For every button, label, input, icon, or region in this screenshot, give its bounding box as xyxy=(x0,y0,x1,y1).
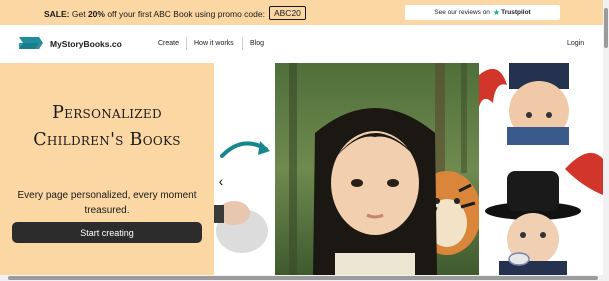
hero-subtitle: Every page personalized, every moment tr… xyxy=(17,190,197,216)
nav-link-blog[interactable]: Blog xyxy=(250,40,264,47)
carousel-slide-hand xyxy=(214,63,275,275)
promo-discount: 20% xyxy=(87,9,105,19)
book-logo-icon[interactable] xyxy=(19,36,43,50)
promo-code[interactable]: ABC20 xyxy=(268,6,306,20)
trustpilot-text: See our reviews on xyxy=(434,9,490,16)
nav-link-how-it-works[interactable]: How it works xyxy=(194,40,234,47)
trustpilot-brand: Trustpilot xyxy=(501,9,531,16)
vertical-scrollbar-thumb[interactable] xyxy=(604,8,608,48)
promo-text-before: Get xyxy=(69,9,88,19)
carousel-slide-girl-tiger xyxy=(275,63,479,275)
promo-text: SALE: Get 20% off your first ABC Book us… xyxy=(44,6,306,21)
hero-panel: Personalized Children's Books Every page… xyxy=(0,63,214,275)
trustpilot-badge[interactable]: See our reviews on ★ Trustpilot xyxy=(405,5,560,20)
hero-title: Personalized Children's Books xyxy=(33,103,181,151)
top-nav: MyStoryBooks.co Create How it works Blog… xyxy=(0,25,603,63)
nav-link-create[interactable]: Create xyxy=(158,40,179,47)
start-creating-button[interactable]: Start creating xyxy=(12,222,202,243)
star-icon: ★ xyxy=(492,8,501,17)
promo-bar: SALE: Get 20% off your first ABC Book us… xyxy=(0,0,603,25)
login-link[interactable]: Login xyxy=(567,40,584,47)
image-carousel[interactable] xyxy=(214,63,603,275)
chevron-left-icon[interactable]: ‹ xyxy=(214,173,228,189)
brand-name[interactable]: MyStoryBooks.co xyxy=(50,39,122,49)
nav-divider xyxy=(186,37,187,50)
promo-text-after: off your first ABC Book using promo code… xyxy=(104,9,265,19)
promo-sale-label: SALE: xyxy=(44,9,70,19)
horizontal-scrollbar-thumb[interactable] xyxy=(8,276,598,280)
carousel-slide-boys xyxy=(479,63,603,275)
page: SALE: Get 20% off your first ABC Book us… xyxy=(0,0,609,281)
nav-divider xyxy=(242,37,243,50)
